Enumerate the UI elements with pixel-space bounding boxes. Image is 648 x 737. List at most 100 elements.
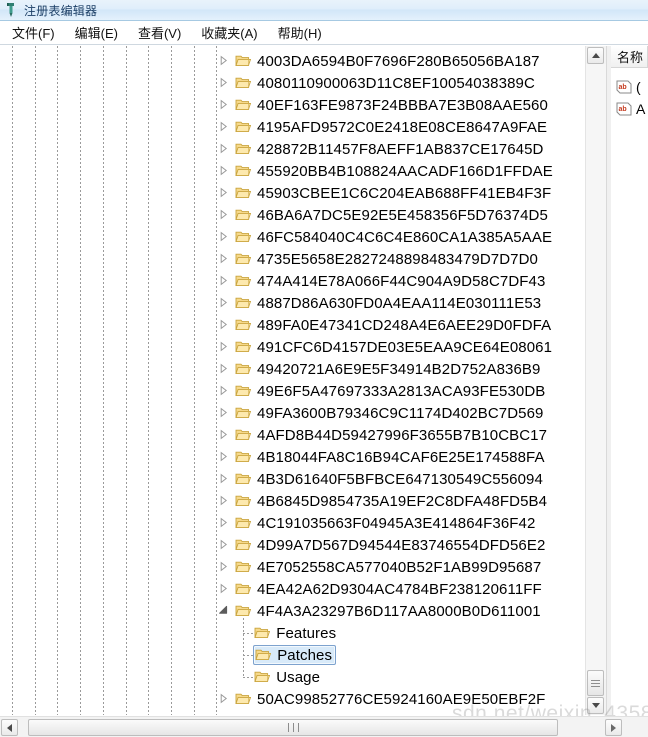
tree-item[interactable]: 4B18044FA8C16B94CAF6E25E174588FA	[0, 446, 584, 468]
tree-item-node[interactable]: 49FA3600B79346C9C1174D402BC7D569	[234, 403, 546, 423]
expand-triangle-icon[interactable]	[218, 99, 229, 110]
tree-item[interactable]: 4080110900063D11C8EF10054038389C	[0, 72, 584, 94]
column-header-name[interactable]: 名称	[611, 46, 648, 68]
vscroll-thumb[interactable]	[587, 670, 604, 696]
expand-triangle-icon[interactable]	[218, 473, 229, 484]
tree-item-node[interactable]: 4195AFD9572C0E2418E08CE8647A9FAE	[234, 117, 550, 137]
tree-item[interactable]: 4E7052558CA577040B52F1AB99D95687	[0, 556, 584, 578]
expand-triangle-icon[interactable]	[218, 319, 229, 330]
menu-edit[interactable]: 编辑(E)	[65, 20, 128, 46]
tree-item[interactable]: 45903CBEE1C6C204EAB688FF41EB4F3F	[0, 182, 584, 204]
expand-triangle-icon[interactable]	[218, 385, 229, 396]
tree-item-node[interactable]: 4E7052558CA577040B52F1AB99D95687	[234, 557, 544, 577]
vscroll-track[interactable]	[586, 64, 606, 679]
tree-item[interactable]: 49E6F5A47697333A2813ACA93FE530DB	[0, 380, 584, 402]
expand-triangle-icon[interactable]	[218, 55, 229, 66]
expand-triangle-icon[interactable]	[218, 539, 229, 550]
tree-item-selected[interactable]: Patches	[0, 644, 584, 666]
tree-item[interactable]: 4EA42A62D9304AC4784BF238120611FF	[0, 578, 584, 600]
tree-vertical-scrollbar[interactable]	[585, 46, 606, 715]
value-list-pane[interactable]: 名称 ab ( ab A	[611, 46, 648, 715]
tree-item-node[interactable]: 50AC99852776CE5924160AE9E50EBF2F	[234, 689, 548, 709]
tree-item-node[interactable]: Features	[253, 623, 339, 643]
tree-item[interactable]: 50AC99852776CE5924160AE9E50EBF2F	[0, 688, 584, 710]
tree-item-node[interactable]: 428872B11457F8AEFF1AB837CE17645D	[234, 139, 546, 159]
expand-triangle-icon[interactable]	[218, 209, 229, 220]
expand-triangle-icon[interactable]	[218, 143, 229, 154]
expand-triangle-icon[interactable]	[218, 165, 229, 176]
tree-horizontal-scrollbar[interactable]	[0, 716, 648, 737]
hscroll-right-button[interactable]	[605, 719, 622, 736]
tree-item[interactable]: 4AFD8B44D59427996F3655B7B10CBC17	[0, 424, 584, 446]
expand-triangle-icon[interactable]	[218, 517, 229, 528]
tree-item[interactable]: Usage	[0, 666, 584, 688]
tree-item-node[interactable]: 4B6845D9854735A19EF2C8DFA48FD5B4	[234, 491, 550, 511]
tree-item[interactable]: 4887D86A630FD0A4EAA114E030111E53	[0, 292, 584, 314]
expand-triangle-icon[interactable]	[218, 121, 229, 132]
collapse-triangle-icon[interactable]	[218, 605, 229, 616]
tree-item-node[interactable]: 4AFD8B44D59427996F3655B7B10CBC17	[234, 425, 550, 445]
tree-item-node[interactable]: 46FC584040C4C6C4E860CA1A385A5AAE	[234, 227, 555, 247]
tree-item-node[interactable]: 4F4A3A23297B6D117AA8000B0D611001	[234, 601, 544, 621]
tree-item-node[interactable]: 45903CBEE1C6C204EAB688FF41EB4F3F	[234, 183, 554, 203]
tree-item-node[interactable]: 4C191035663F04945A3E414864F36F42	[234, 513, 538, 533]
tree-item[interactable]: 4D99A7D567D94544E83746554DFD56E2	[0, 534, 584, 556]
tree-item[interactable]: 4B3D61640F5BFBCE647130549C556094	[0, 468, 584, 490]
expand-triangle-icon[interactable]	[218, 451, 229, 462]
tree-item-node[interactable]: 40EF163FE9873F24BBBA7E3B08AAE560	[234, 95, 551, 115]
tree-item-node[interactable]: 4EA42A62D9304AC4784BF238120611FF	[234, 579, 545, 599]
menu-help[interactable]: 帮助(H)	[268, 20, 332, 46]
tree-item-node[interactable]: Patches	[253, 645, 337, 665]
tree-item[interactable]: 46BA6A7DC5E92E5E458356F5D76374D5	[0, 204, 584, 226]
tree-item-node[interactable]: 491CFC6D4157DE03E5EAA9CE64E08061	[234, 337, 555, 357]
menu-favorites[interactable]: 收藏夹(A)	[191, 20, 267, 46]
vscroll-up-button[interactable]	[587, 47, 604, 64]
tree-item[interactable]: 4735E5658E2827248898483479D7D7D0	[0, 248, 584, 270]
tree-item-node[interactable]: 4887D86A630FD0A4EAA114E030111E53	[234, 293, 544, 313]
tree-item-node[interactable]: 474A414E78A066F44C904A9D58C7DF43	[234, 271, 548, 291]
vscroll-down-button[interactable]	[587, 697, 604, 714]
tree-item-node[interactable]: 4735E5658E2827248898483479D7D7D0	[234, 249, 541, 269]
tree-item-node[interactable]: 4080110900063D11C8EF10054038389C	[234, 73, 538, 93]
tree-item[interactable]: 4003DA6594B0F7696F280B65056BA187	[0, 50, 584, 72]
expand-triangle-icon[interactable]	[218, 363, 229, 374]
tree-item-node[interactable]: Usage	[253, 667, 323, 687]
expand-triangle-icon[interactable]	[218, 187, 229, 198]
expand-triangle-icon[interactable]	[218, 583, 229, 594]
tree-item[interactable]: 51150188FD71F2F460AF91BFBF6270F1	[0, 710, 584, 716]
tree-item[interactable]: 4B6845D9854735A19EF2C8DFA48FD5B4	[0, 490, 584, 512]
tree-item[interactable]: 428872B11457F8AEFF1AB837CE17645D	[0, 138, 584, 160]
tree-item[interactable]: 4F4A3A23297B6D117AA8000B0D611001	[0, 600, 584, 622]
tree-item-node[interactable]: 489FA0E47341CD248A4E6AEE29D0FDFA	[234, 315, 554, 335]
expand-triangle-icon[interactable]	[218, 231, 229, 242]
tree-item[interactable]: 40EF163FE9873F24BBBA7E3B08AAE560	[0, 94, 584, 116]
list-item[interactable]: ab A	[611, 98, 648, 120]
tree-item[interactable]: 46FC584040C4C6C4E860CA1A385A5AAE	[0, 226, 584, 248]
hscroll-left-button[interactable]	[1, 719, 18, 736]
tree-item-node[interactable]: 46BA6A7DC5E92E5E458356F5D76374D5	[234, 205, 551, 225]
expand-triangle-icon[interactable]	[218, 693, 229, 704]
list-item[interactable]: ab (	[611, 76, 648, 98]
tree-item[interactable]: 4C191035663F04945A3E414864F36F42	[0, 512, 584, 534]
tree-item-node[interactable]: 4D99A7D567D94544E83746554DFD56E2	[234, 535, 548, 555]
expand-triangle-icon[interactable]	[218, 77, 229, 88]
expand-triangle-icon[interactable]	[218, 253, 229, 264]
tree-item[interactable]: 49FA3600B79346C9C1174D402BC7D569	[0, 402, 584, 424]
tree-item[interactable]: 491CFC6D4157DE03E5EAA9CE64E08061	[0, 336, 584, 358]
tree-item-node[interactable]: 4B3D61640F5BFBCE647130549C556094	[234, 469, 546, 489]
tree-item-node[interactable]: 51150188FD71F2F460AF91BFBF6270F1	[234, 711, 542, 716]
tree-item[interactable]: Features	[0, 622, 584, 644]
tree-item-node[interactable]: 4B18044FA8C16B94CAF6E25E174588FA	[234, 447, 548, 467]
menu-file[interactable]: 文件(F)	[2, 20, 65, 46]
tree-item-node[interactable]: 49420721A6E9E5F34914B2D752A836B9	[234, 359, 543, 379]
hscroll-thumb[interactable]	[28, 719, 558, 736]
expand-triangle-icon[interactable]	[218, 561, 229, 572]
tree-item-node[interactable]: 49E6F5A47697333A2813ACA93FE530DB	[234, 381, 548, 401]
tree-item[interactable]: 489FA0E47341CD248A4E6AEE29D0FDFA	[0, 314, 584, 336]
expand-triangle-icon[interactable]	[218, 341, 229, 352]
expand-triangle-icon[interactable]	[218, 275, 229, 286]
tree-item[interactable]: 4195AFD9572C0E2418E08CE8647A9FAE	[0, 116, 584, 138]
tree-item-node[interactable]: 455920BB4B108824AACADF166D1FFDAE	[234, 161, 556, 181]
expand-triangle-icon[interactable]	[218, 429, 229, 440]
expand-triangle-icon[interactable]	[218, 407, 229, 418]
